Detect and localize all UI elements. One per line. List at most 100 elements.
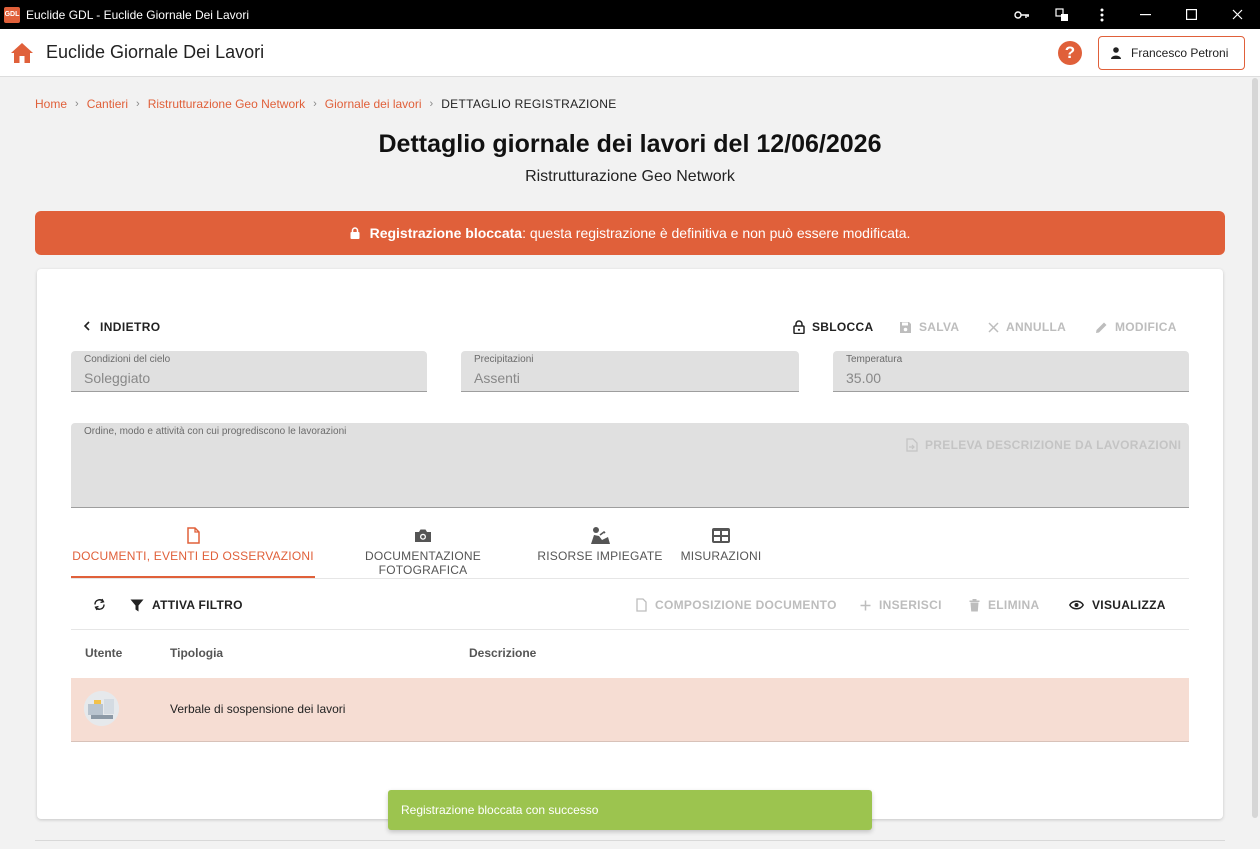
more-vert-icon[interactable] xyxy=(1082,0,1122,29)
success-toast: Registrazione bloccata con successo xyxy=(388,790,872,830)
table-row[interactable]: Verbale di sospensione dei lavori xyxy=(71,678,1189,742)
view-button[interactable]: VISUALIZZA xyxy=(1069,598,1166,612)
tab-documents-label: DOCUMENTI, EVENTI ED OSSERVAZIONI xyxy=(72,549,314,563)
breadcrumb-separator: › xyxy=(313,98,317,110)
bottom-divider xyxy=(35,840,1225,841)
cancel-button[interactable]: ANNULLA xyxy=(988,320,1066,334)
window-titlebar: GDL Euclide GDL - Euclide Giornale Dei L… xyxy=(0,0,1260,29)
breadcrumb-home[interactable]: Home xyxy=(35,97,67,111)
breadcrumb-separator: › xyxy=(429,98,434,110)
tab-resources[interactable]: RISORSE IMPIEGATE xyxy=(537,522,663,578)
toolbar-divider xyxy=(71,629,1189,630)
banner-bold-text: Registrazione bloccata xyxy=(369,225,523,241)
insert-label: INSERISCI xyxy=(879,598,942,612)
app-title: Euclide Giornale Dei Lavori xyxy=(46,42,265,62)
home-icon[interactable] xyxy=(10,41,34,65)
app-header: Euclide Giornale Dei Lavori ? Francesco … xyxy=(0,29,1260,77)
breadcrumb-project[interactable]: Ristrutturazione Geo Network xyxy=(148,97,305,111)
key-icon[interactable] xyxy=(1002,0,1042,29)
window-title: Euclide GDL - Euclide Giornale Dei Lavor… xyxy=(26,7,249,22)
help-icon[interactable]: ? xyxy=(1058,41,1082,65)
banner-text: : questa registrazione è definitiva e no… xyxy=(522,225,911,241)
avatar xyxy=(84,691,119,726)
temperature-field[interactable]: Temperatura 35.00 xyxy=(833,351,1189,392)
breadcrumb-separator: › xyxy=(136,98,140,110)
row-type: Verbale di sospensione dei lavori xyxy=(170,702,346,716)
locked-banner: Registrazione bloccata: questa registraz… xyxy=(35,211,1225,255)
user-menu-button[interactable]: Francesco Petroni xyxy=(1098,36,1245,70)
close-x-icon xyxy=(988,321,999,333)
tabs-divider xyxy=(71,578,1189,579)
fetch-description-label: PRELEVA DESCRIZIONE DA LAVORAZIONI xyxy=(925,438,1182,452)
lock-icon xyxy=(350,227,360,239)
save-label: SALVA xyxy=(919,320,960,334)
worker-icon xyxy=(537,522,663,548)
back-label: INDIETRO xyxy=(100,320,161,334)
document-icon xyxy=(636,598,647,612)
translate-icon[interactable] xyxy=(1042,0,1082,29)
minimize-icon[interactable] xyxy=(1122,0,1168,29)
app-logo-icon: GDL xyxy=(4,6,20,23)
filter-label: ATTIVA FILTRO xyxy=(152,598,243,612)
unlock-button[interactable]: SBLOCCA xyxy=(793,320,873,334)
pencil-icon xyxy=(1095,321,1108,334)
breadcrumb-journal[interactable]: Giornale dei lavori xyxy=(325,97,422,111)
camera-icon xyxy=(322,522,524,548)
column-header-user[interactable]: Utente xyxy=(85,646,122,660)
edit-button[interactable]: MODIFICA xyxy=(1095,320,1177,334)
table-grid-icon xyxy=(676,522,766,548)
insert-button[interactable]: INSERISCI xyxy=(860,598,942,612)
delete-label: ELIMINA xyxy=(988,598,1040,612)
page-title: Dettaglio giornale dei lavori del 12/06/… xyxy=(378,130,882,158)
refresh-button[interactable] xyxy=(93,598,114,611)
temperature-label: Temperatura xyxy=(846,354,903,365)
tab-photos-label: DOCUMENTAZIONE FOTOGRAFICA xyxy=(365,549,481,577)
document-icon xyxy=(71,522,315,548)
unlock-icon xyxy=(793,320,805,334)
person-icon xyxy=(1111,47,1121,59)
trash-icon xyxy=(969,598,980,612)
cancel-label: ANNULLA xyxy=(1006,320,1067,334)
delete-button[interactable]: ELIMINA xyxy=(969,598,1039,612)
tab-resources-label: RISORSE IMPIEGATE xyxy=(537,549,663,563)
document-import-icon xyxy=(906,438,918,452)
fetch-description-button[interactable]: PRELEVA DESCRIZIONE DA LAVORAZIONI xyxy=(906,438,1181,452)
page-subtitle: Ristrutturazione Geo Network xyxy=(525,168,735,185)
unlock-label: SBLOCCA xyxy=(812,320,874,334)
window-controls xyxy=(1002,0,1260,29)
breadcrumb-cantieri[interactable]: Cantieri xyxy=(87,97,128,111)
precipitation-value: Assenti xyxy=(474,370,520,386)
plus-icon xyxy=(860,600,871,611)
work-description-field[interactable]: Ordine, modo e attività con cui progredi… xyxy=(71,423,1189,508)
breadcrumb: Home › Cantieri › Ristrutturazione Geo N… xyxy=(35,97,617,111)
edit-label: MODIFICA xyxy=(1115,320,1177,334)
column-header-type[interactable]: Tipologia xyxy=(170,646,223,660)
breadcrumb-separator: › xyxy=(75,98,79,110)
close-icon[interactable] xyxy=(1214,0,1260,29)
maximize-icon[interactable] xyxy=(1168,0,1214,29)
work-description-label: Ordine, modo e attività con cui progredi… xyxy=(84,426,347,437)
tab-measurements-label: MISURAZIONI xyxy=(680,549,762,563)
compose-document-label: COMPOSIZIONE DOCUMENTO xyxy=(655,598,837,612)
eye-icon xyxy=(1069,600,1084,610)
precipitation-field[interactable]: Precipitazioni Assenti xyxy=(461,351,799,392)
tab-documents[interactable]: DOCUMENTI, EVENTI ED OSSERVAZIONI xyxy=(71,522,315,578)
sky-conditions-value: Soleggiato xyxy=(84,370,151,386)
sky-conditions-field[interactable]: Condizioni del cielo Soleggiato xyxy=(71,351,427,392)
back-button[interactable]: INDIETRO xyxy=(83,320,161,334)
refresh-icon xyxy=(93,598,106,611)
filter-icon xyxy=(130,599,144,612)
filter-button[interactable]: ATTIVA FILTRO xyxy=(130,598,243,612)
scrollbar[interactable] xyxy=(1252,78,1258,818)
tab-photos[interactable]: DOCUMENTAZIONE FOTOGRAFICA xyxy=(322,522,524,578)
column-header-description[interactable]: Descrizione xyxy=(469,646,536,660)
breadcrumb-current: DETTAGLIO REGISTRAZIONE xyxy=(441,97,617,111)
view-label: VISUALIZZA xyxy=(1092,598,1166,612)
tab-measurements[interactable]: MISURAZIONI xyxy=(676,522,766,578)
sky-conditions-label: Condizioni del cielo xyxy=(84,354,171,365)
compose-document-button[interactable]: COMPOSIZIONE DOCUMENTO xyxy=(636,598,837,612)
temperature-value: 35.00 xyxy=(846,370,882,386)
save-button[interactable]: SALVA xyxy=(899,320,959,334)
chevron-left-icon xyxy=(83,320,90,334)
save-icon xyxy=(899,321,912,334)
